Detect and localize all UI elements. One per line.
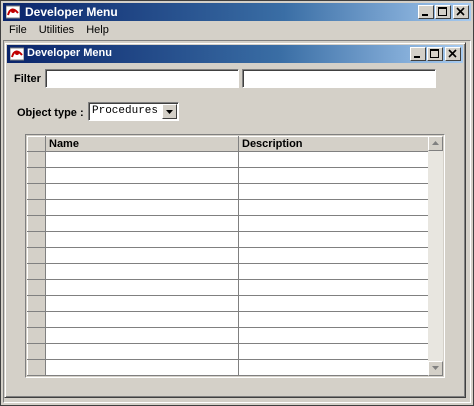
row-selector[interactable]	[27, 215, 46, 232]
menu-file[interactable]: File	[3, 21, 33, 39]
inner-title-bar[interactable]: Developer Menu	[7, 45, 463, 63]
filter-input-1[interactable]	[45, 69, 239, 88]
description-cell[interactable]	[238, 215, 431, 232]
table-row[interactable]	[27, 199, 431, 216]
menu-bar: File Utilities Help	[3, 21, 471, 39]
scroll-down-button[interactable]	[428, 361, 443, 376]
table-row[interactable]	[27, 263, 431, 280]
name-cell[interactable]	[45, 151, 239, 168]
name-cell[interactable]	[45, 215, 239, 232]
maximize-button[interactable]	[435, 5, 451, 19]
objects-table: Name Description	[27, 136, 431, 376]
filter-label: Filter	[14, 73, 41, 85]
description-cell[interactable]	[238, 327, 431, 344]
description-cell[interactable]	[238, 311, 431, 328]
app-icon	[9, 47, 25, 61]
description-cell[interactable]	[238, 263, 431, 280]
description-cell[interactable]	[238, 151, 431, 168]
name-cell[interactable]	[45, 231, 239, 248]
row-selector[interactable]	[27, 247, 46, 264]
inner-window-title: Developer Menu	[27, 47, 112, 59]
name-cell[interactable]	[45, 183, 239, 200]
close-icon	[448, 49, 457, 58]
description-cell[interactable]	[238, 199, 431, 216]
object-type-dropdown-button[interactable]	[162, 104, 177, 119]
row-selector[interactable]	[27, 327, 46, 344]
row-selector[interactable]	[27, 359, 46, 376]
table-row[interactable]	[27, 343, 431, 360]
main-title-bar[interactable]: Developer Menu	[3, 3, 471, 21]
inner-minimize-button[interactable]	[410, 47, 426, 61]
name-cell[interactable]	[45, 279, 239, 296]
table-row[interactable]	[27, 183, 431, 200]
table-header-row: Name Description	[27, 136, 431, 152]
row-selector[interactable]	[27, 311, 46, 328]
name-cell[interactable]	[45, 311, 239, 328]
row-selector[interactable]	[27, 263, 46, 280]
description-cell[interactable]	[238, 279, 431, 296]
name-cell[interactable]	[45, 199, 239, 216]
description-cell[interactable]	[238, 247, 431, 264]
table-row[interactable]	[27, 151, 431, 168]
description-cell[interactable]	[238, 183, 431, 200]
grid-corner	[27, 136, 46, 152]
description-cell[interactable]	[238, 295, 431, 312]
row-selector[interactable]	[27, 167, 46, 184]
name-cell[interactable]	[45, 295, 239, 312]
object-type-label: Object type :	[17, 107, 84, 119]
maximize-icon	[430, 49, 439, 58]
description-cell[interactable]	[238, 343, 431, 360]
table-row[interactable]	[27, 279, 431, 296]
arrow-down-icon	[432, 366, 439, 370]
minimize-icon	[414, 56, 420, 58]
arrow-up-icon	[432, 141, 439, 145]
name-cell[interactable]	[45, 343, 239, 360]
minimize-icon	[422, 14, 428, 16]
inner-close-button[interactable]	[445, 47, 461, 61]
inner-maximize-button[interactable]	[427, 47, 443, 61]
filter-input-2[interactable]	[242, 69, 436, 88]
object-type-value: Procedures	[92, 105, 159, 117]
table-row[interactable]	[27, 215, 431, 232]
menu-utilities[interactable]: Utilities	[33, 21, 80, 39]
table-row[interactable]	[27, 247, 431, 264]
table-row[interactable]	[27, 359, 431, 376]
table-row[interactable]	[27, 327, 431, 344]
chevron-down-icon	[166, 110, 173, 114]
table-row[interactable]	[27, 167, 431, 184]
row-selector[interactable]	[27, 279, 46, 296]
name-cell[interactable]	[45, 327, 239, 344]
table-row[interactable]	[27, 231, 431, 248]
menu-help[interactable]: Help	[80, 21, 115, 39]
name-cell[interactable]	[45, 359, 239, 376]
window-title: Developer Menu	[25, 5, 118, 19]
row-selector[interactable]	[27, 231, 46, 248]
name-cell[interactable]	[45, 263, 239, 280]
close-icon	[456, 7, 465, 16]
name-cell[interactable]	[45, 167, 239, 184]
maximize-icon	[438, 7, 447, 16]
app-icon	[5, 5, 21, 19]
close-button[interactable]	[453, 5, 469, 19]
minimize-button[interactable]	[418, 5, 434, 19]
description-cell[interactable]	[238, 167, 431, 184]
vertical-scrollbar[interactable]	[428, 136, 443, 376]
row-selector[interactable]	[27, 295, 46, 312]
table-row[interactable]	[27, 295, 431, 312]
row-selector[interactable]	[27, 199, 46, 216]
description-cell[interactable]	[238, 359, 431, 376]
row-selector[interactable]	[27, 151, 46, 168]
name-cell[interactable]	[45, 247, 239, 264]
table-row[interactable]	[27, 311, 431, 328]
scroll-up-button[interactable]	[428, 136, 443, 151]
object-type-select[interactable]: Procedures	[88, 102, 179, 121]
description-cell[interactable]	[238, 231, 431, 248]
row-selector[interactable]	[27, 343, 46, 360]
column-header-description[interactable]: Description	[238, 136, 431, 152]
column-header-name[interactable]: Name	[45, 136, 239, 152]
objects-grid: Name Description	[25, 134, 445, 378]
row-selector[interactable]	[27, 183, 46, 200]
